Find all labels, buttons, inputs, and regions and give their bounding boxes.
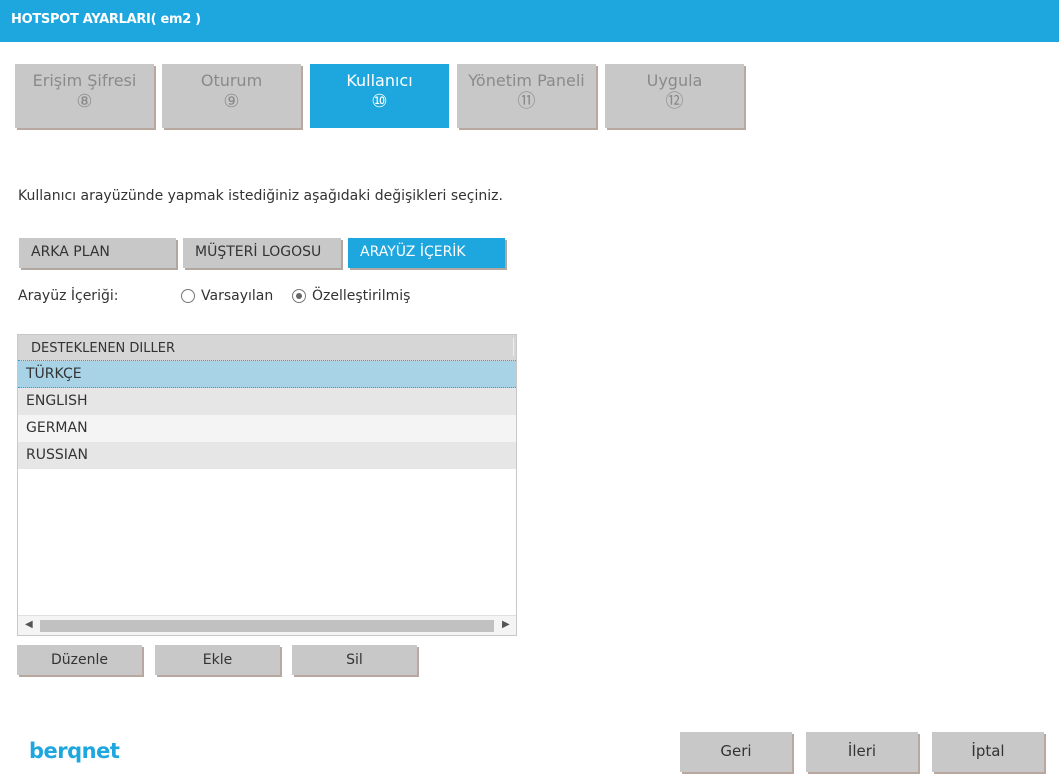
subtab-arayuz-icerik[interactable]: ARAYÜZ İÇERİK [348, 238, 505, 268]
languages-grid: DESTEKLENEN DILLER TÜRKÇE ENGLISH GERMAN… [17, 334, 517, 636]
step-label: Oturum [200, 71, 263, 90]
language-row-german[interactable]: GERMAN [18, 415, 516, 442]
back-button[interactable]: Geri [680, 732, 792, 772]
step-tab-erisim-sifresi[interactable]: Erişim Şifresi ⑧ [15, 64, 154, 128]
next-button[interactable]: İleri [806, 732, 918, 772]
step-tab-kullanici[interactable]: Kullanıcı ⑩ [310, 64, 449, 128]
content-mode-label: Arayüz İçeriği: [18, 288, 119, 304]
step-number: ⑩ [371, 91, 388, 112]
radio-unchecked-icon[interactable] [181, 289, 195, 303]
cancel-button[interactable]: İptal [932, 732, 1044, 772]
step-number: ⑨ [223, 91, 240, 112]
step-label: Uygula [646, 71, 703, 90]
subtab-arka-plan[interactable]: ARKA PLAN [19, 238, 176, 268]
language-row-english[interactable]: ENGLISH [18, 388, 516, 415]
berqnet-logo: berqnet [29, 739, 120, 763]
language-row-russian[interactable]: RUSSIAN [18, 442, 516, 469]
step-number: ⑪ [517, 91, 536, 112]
title-bar: HOTSPOT AYARLARI( em2 ) [0, 0, 1059, 42]
radio-label: Özelleştirilmiş [312, 288, 411, 304]
instruction-text: Kullanıcı arayüzünde yapmak istediğiniz … [18, 188, 503, 204]
step-number: ⑧ [76, 91, 93, 112]
subtab-musteri-logosu[interactable]: MÜŞTERİ LOGOSU [183, 238, 341, 268]
step-tab-yonetim-paneli[interactable]: Yönetim Paneli ⑪ [457, 64, 596, 128]
column-header-languages[interactable]: DESTEKLENEN DILLER [18, 335, 516, 361]
step-label: Yönetim Paneli [468, 71, 585, 90]
step-label: Erişim Şifresi [32, 71, 137, 90]
language-row-turkce[interactable]: TÜRKÇE [18, 361, 516, 388]
step-number: ⑫ [665, 91, 684, 112]
scrollbar-thumb[interactable] [40, 620, 494, 632]
radio-ozellestirilmis[interactable]: Özelleştirilmiş [292, 288, 410, 304]
add-button[interactable]: Ekle [155, 645, 280, 675]
edit-button[interactable]: Düzenle [17, 645, 142, 675]
step-tab-uygula[interactable]: Uygula ⑫ [605, 64, 744, 128]
horizontal-scrollbar[interactable]: ◀ ▶ [18, 615, 516, 635]
delete-button[interactable]: Sil [292, 645, 417, 675]
step-tab-oturum[interactable]: Oturum ⑨ [162, 64, 301, 128]
radio-varsayilan[interactable]: Varsayılan [181, 288, 273, 304]
step-label: Kullanıcı [346, 71, 413, 90]
window-title: HOTSPOT AYARLARI( em2 ) [11, 12, 201, 27]
scroll-left-arrow-icon[interactable]: ◀ [25, 619, 33, 630]
radio-checked-icon[interactable] [292, 289, 306, 303]
scroll-right-arrow-icon[interactable]: ▶ [502, 619, 510, 630]
radio-label: Varsayılan [201, 288, 274, 304]
